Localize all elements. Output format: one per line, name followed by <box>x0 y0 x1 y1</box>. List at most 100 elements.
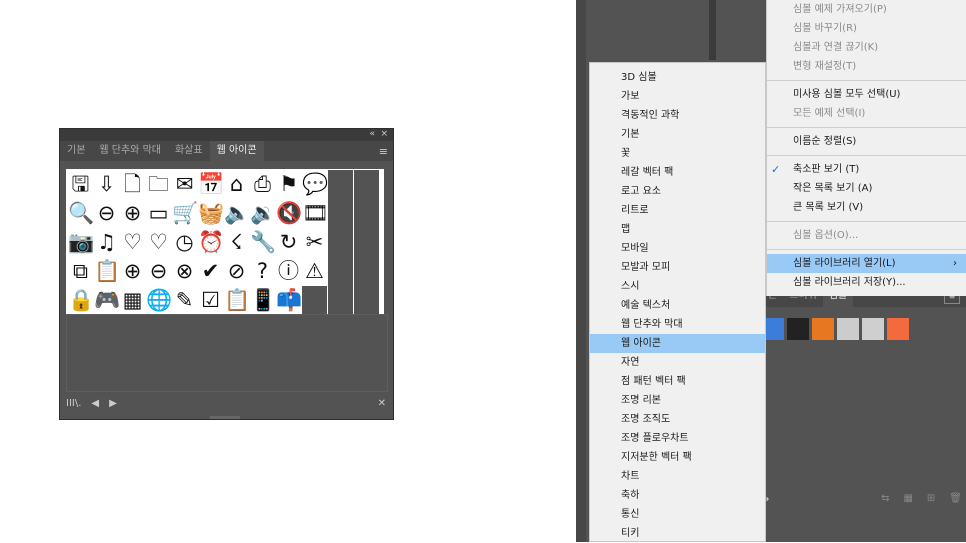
heart-icon[interactable]: ♡ <box>120 228 145 257</box>
tab-2[interactable]: 화살표 <box>168 141 210 161</box>
panel-menu-icon[interactable]: ≡ <box>379 145 388 158</box>
save-as-icon[interactable]: ⇩ <box>94 170 119 199</box>
library-item[interactable]: 모바일 <box>590 239 765 258</box>
library-item[interactable]: 레갈 벡터 팩 <box>590 163 765 182</box>
mobile-phone-icon[interactable]: 📱 <box>250 286 276 315</box>
library-item[interactable]: 맵 <box>590 220 765 239</box>
symbol-swatch[interactable] <box>887 318 909 340</box>
refresh-icon[interactable]: ↻ <box>276 228 301 257</box>
basket-icon[interactable]: 🧺 <box>198 199 224 228</box>
library-item[interactable]: 조명 조직도 <box>590 410 765 429</box>
tab-0[interactable]: 기본 <box>60 141 92 161</box>
film-reel-icon[interactable]: 🎞 <box>302 199 329 228</box>
no-circle-icon[interactable]: ⊘ <box>224 257 249 286</box>
symbol-swatch[interactable] <box>812 318 834 340</box>
clock-icon[interactable]: ◷ <box>172 228 197 257</box>
remove-icon[interactable]: ✕ <box>378 398 386 409</box>
library-item[interactable]: 축하 <box>590 486 765 505</box>
shopping-cart-icon[interactable]: 🛒 <box>172 199 198 228</box>
zoom-in-icon[interactable]: ⊕ <box>120 199 145 228</box>
library-item[interactable]: 격동적인 과학 <box>590 106 765 125</box>
library-item[interactable]: 지저분한 벡터 팩 <box>590 448 765 467</box>
library-item[interactable]: 로고 요소 <box>590 182 765 201</box>
floppy-disk-icon[interactable]: 🖫 <box>68 170 93 199</box>
mailbox-icon[interactable]: 📫 <box>276 286 302 315</box>
check-circle-icon[interactable]: ✔ <box>198 257 223 286</box>
speech-bubble-icon[interactable]: 💬 <box>302 170 328 199</box>
symbol-swatch[interactable] <box>837 318 859 340</box>
plus-circle-icon[interactable]: ⊕ <box>120 257 145 286</box>
menu-item[interactable]: 작은 목록 보기 (A) <box>767 179 966 198</box>
library-item[interactable]: 꽃 <box>590 144 765 163</box>
library-item[interactable]: 자연 <box>590 353 765 372</box>
symbols-footer-button-1[interactable]: ⇆ <box>881 493 889 504</box>
volume-icon[interactable]: 🔉 <box>250 199 276 228</box>
rss-icon[interactable]: ☇ <box>224 228 249 257</box>
menu-item[interactable]: 큰 목록 보기 (V) <box>767 198 966 217</box>
menu-item[interactable]: 심볼 라이브러리 열기(L) › <box>767 254 966 273</box>
send-flag-icon[interactable]: ⚑ <box>276 170 301 199</box>
menu-item[interactable]: 이름순 정렬(S) <box>767 132 966 151</box>
question-circle-icon[interactable]: ? <box>250 257 275 286</box>
resize-grip[interactable] <box>210 416 240 419</box>
library-item[interactable]: 예술 텍스처 <box>590 296 765 315</box>
collapse-icon[interactable]: « <box>369 129 375 140</box>
close-icon[interactable]: × <box>380 129 388 140</box>
calculator-icon[interactable]: ▦ <box>120 286 145 315</box>
music-note-icon[interactable]: ♫ <box>94 228 119 257</box>
paste-icon[interactable]: 📋 <box>94 257 120 286</box>
globe-icon[interactable]: 🌐 <box>146 286 172 315</box>
library-item[interactable]: 리트로 <box>590 201 765 220</box>
printer-icon[interactable]: ⎙ <box>250 170 275 199</box>
library-item[interactable]: 웹 단추와 막대 <box>590 315 765 334</box>
library-item[interactable]: 통신 <box>590 505 765 524</box>
wrench-icon[interactable]: 🔧 <box>250 228 276 257</box>
zoom-icon[interactable]: 🔍 <box>68 199 94 228</box>
symbols-footer-button-3[interactable]: ⊞ <box>927 493 935 504</box>
previous-library-icon[interactable]: ◀ <box>91 398 99 409</box>
heart-add-icon[interactable]: ♡ <box>146 228 171 257</box>
menu-item[interactable]: 미사용 심볼 모두 선택(U) <box>767 85 966 104</box>
clipboard-check-icon[interactable]: 📋 <box>224 286 250 315</box>
menu-item[interactable]: ✓ 축소판 보기 (T) <box>767 160 966 179</box>
library-item[interactable]: 차트 <box>590 467 765 486</box>
library-item[interactable]: 티키 <box>590 524 765 543</box>
library-item[interactable]: 점 패턴 벡터 팩 <box>590 372 765 391</box>
symbol-swatch[interactable] <box>862 318 884 340</box>
tab-1[interactable]: 웹 단추와 막대 <box>92 141 168 161</box>
library-item[interactable]: 기본 <box>590 125 765 144</box>
lock-icon[interactable]: 🔒 <box>68 286 94 315</box>
warning-triangle-icon[interactable]: ⚠ <box>302 257 327 286</box>
library-item[interactable]: 모발과 모피 <box>590 258 765 277</box>
alarm-clock-icon[interactable]: ⏰ <box>198 228 224 257</box>
checklist-icon[interactable]: ☑ <box>198 286 223 315</box>
new-document-icon[interactable]: 🗋 <box>120 170 145 199</box>
envelope-icon[interactable]: ✉ <box>172 170 197 199</box>
zoom-out-icon[interactable]: ⊖ <box>94 199 119 228</box>
panel-title-bar[interactable]: « × <box>60 129 393 141</box>
speaker-icon[interactable]: 🔈 <box>224 199 250 228</box>
menu-item[interactable]: 심볼 라이브러리 저장(Y)... <box>767 273 966 292</box>
scissors-icon[interactable]: ✂ <box>302 228 327 257</box>
camera-icon[interactable]: 📷 <box>68 228 94 257</box>
library-item[interactable]: 3D 심볼 <box>590 68 765 87</box>
tab-3[interactable]: 웹 아이콘 <box>209 141 264 161</box>
gamepad-icon[interactable]: 🎮 <box>94 286 120 315</box>
minus-circle-icon[interactable]: ⊖ <box>146 257 171 286</box>
library-item[interactable]: 조명 리본 <box>590 391 765 410</box>
calendar-icon[interactable]: 📅 <box>198 170 224 199</box>
library-menu-icon[interactable]: III\. <box>66 398 81 409</box>
open-folder-icon[interactable]: 🗀 <box>146 170 171 199</box>
symbol-swatch[interactable] <box>787 318 809 340</box>
library-item[interactable]: 스시 <box>590 277 765 296</box>
edit-note-icon[interactable]: ✎ <box>172 286 197 315</box>
home-icon[interactable]: ⌂ <box>224 170 249 199</box>
copy-icon[interactable]: ⧉ <box>68 257 93 286</box>
symbols-footer-button-2[interactable]: ▦ <box>903 493 912 504</box>
library-item[interactable]: 가보 <box>590 87 765 106</box>
library-item[interactable]: 조명 플로우차트 <box>590 429 765 448</box>
next-library-icon[interactable]: ▶ <box>109 398 117 409</box>
info-circle-icon[interactable]: ⓘ <box>276 257 301 286</box>
x-circle-icon[interactable]: ⊗ <box>172 257 197 286</box>
credit-card-icon[interactable]: ▭ <box>146 199 171 228</box>
